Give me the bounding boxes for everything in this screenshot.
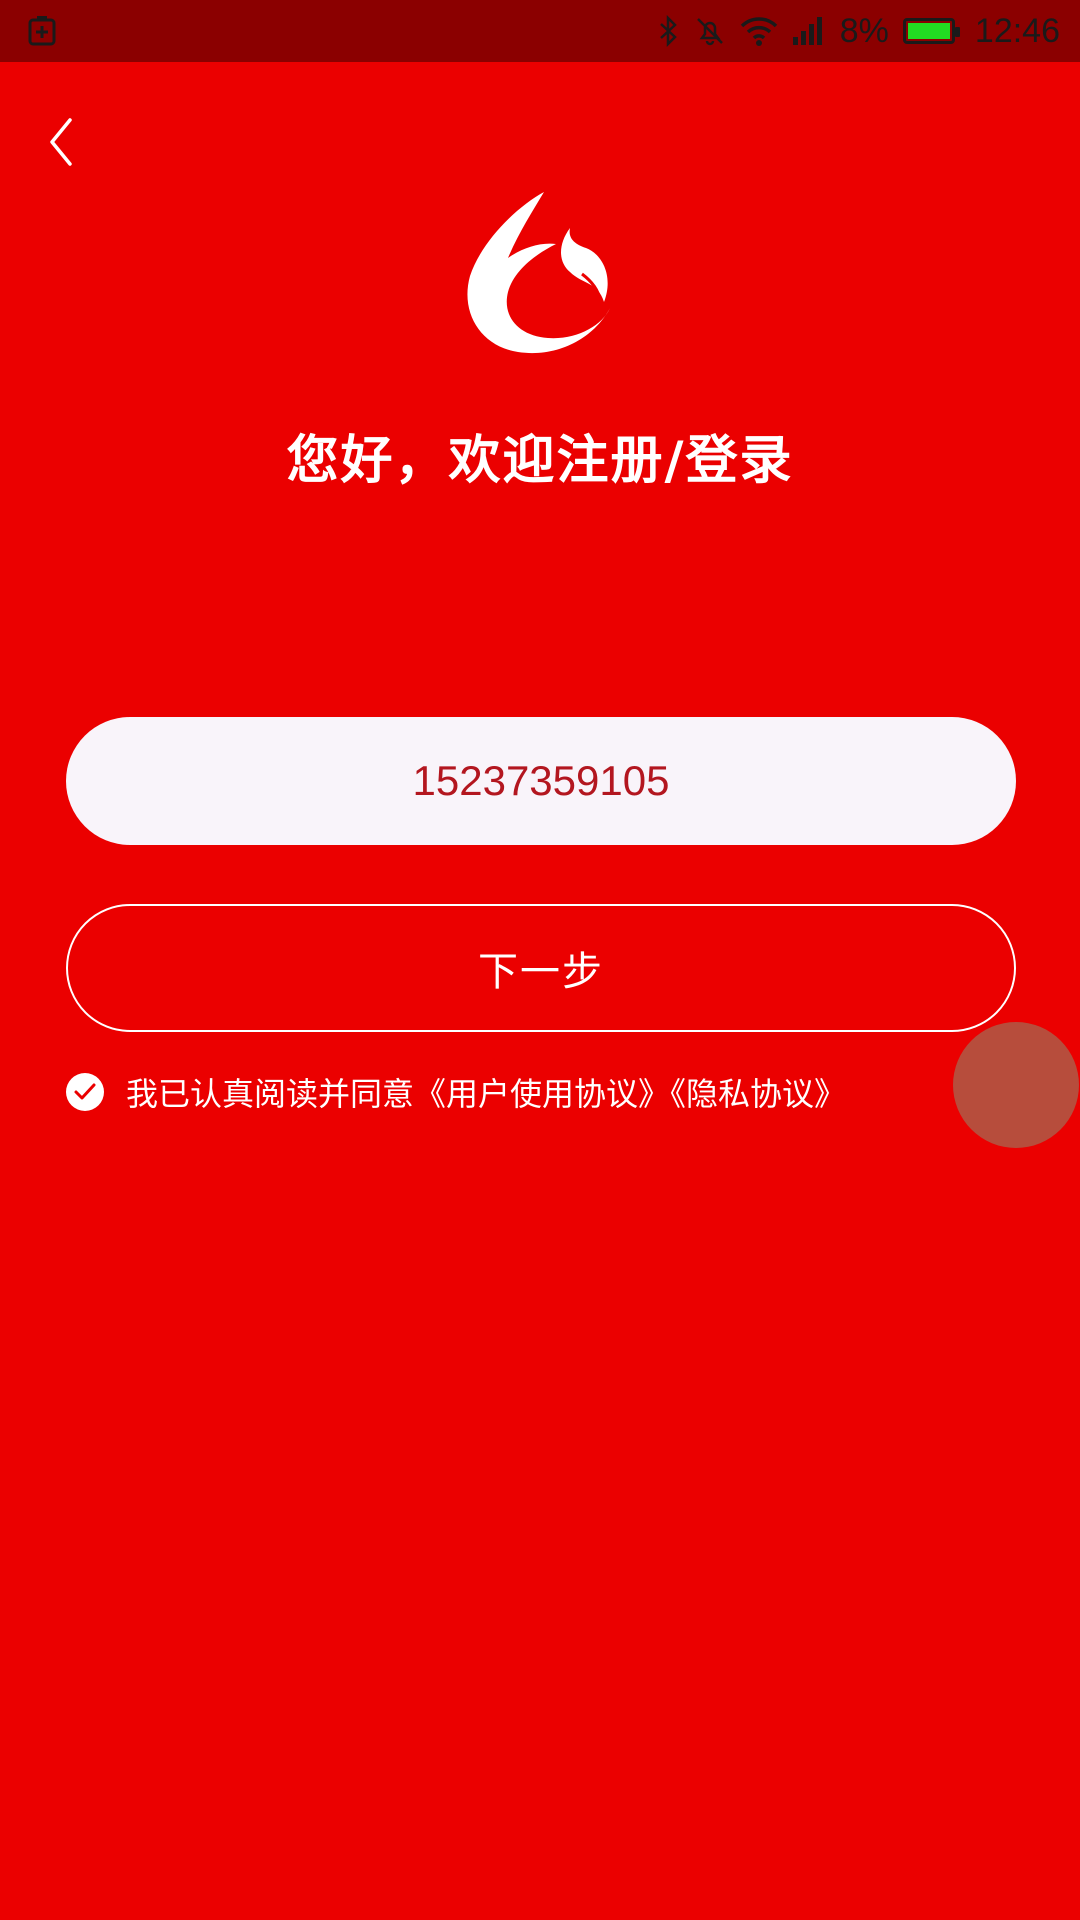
mute-icon	[696, 18, 723, 46]
agreement-row: 我已认真阅读并同意《用户使用协议》《隐私协议》	[66, 1070, 846, 1114]
wifi-icon	[740, 17, 778, 46]
status-bar: 8% 12:46	[0, 0, 1080, 62]
agreement-text: 我已认真阅读并同意《用户使用协议》《隐私协议》	[126, 1069, 846, 1115]
phone-input[interactable]	[66, 717, 1016, 845]
next-step-button[interactable]: 下一步	[66, 904, 1016, 1032]
back-button[interactable]	[40, 112, 84, 172]
app-logo	[467, 192, 610, 354]
touch-indicator	[953, 1022, 1079, 1148]
bluetooth-icon	[659, 15, 677, 47]
battery-percent: 8%	[839, 11, 889, 50]
status-time: 12:46	[974, 11, 1060, 50]
agreement-prefix: 我已认真阅读并同意	[126, 1075, 415, 1113]
signal-icon	[792, 17, 822, 45]
status-indicators: 8% 12:46	[658, 0, 1060, 62]
privacy-policy-link[interactable]: 《隐私协议》	[670, 1075, 846, 1113]
battery-saver-icon	[28, 16, 56, 46]
battery-fill	[907, 23, 950, 39]
battery-icon	[902, 18, 960, 44]
chevron-left-icon	[50, 118, 72, 166]
page-title: 您好，欢迎注册/登录	[286, 431, 794, 491]
agreement-checkbox[interactable]	[66, 1073, 104, 1111]
user-agreement-link[interactable]: 《用户使用协议》	[414, 1075, 670, 1113]
